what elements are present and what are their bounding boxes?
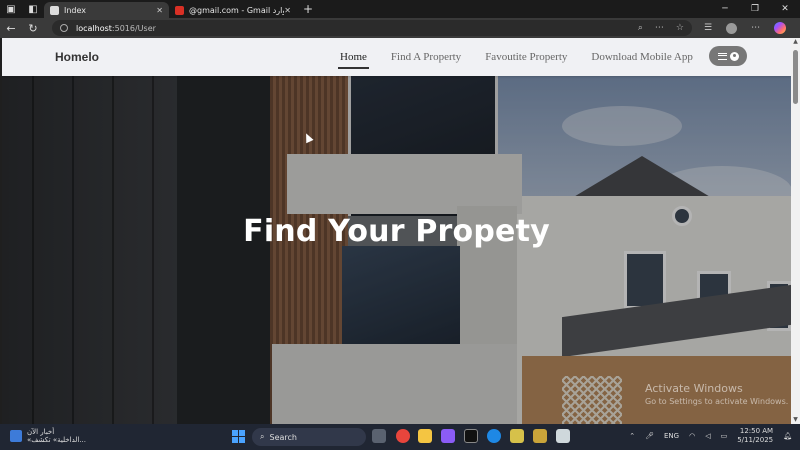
task-view-icon[interactable] <box>372 429 386 443</box>
close-window-button[interactable]: ✕ <box>770 0 800 18</box>
minimize-button[interactable]: ─ <box>710 0 740 18</box>
nav-favourite-property[interactable]: Favoutite Property <box>485 38 567 76</box>
chrome-icon[interactable] <box>396 429 410 443</box>
scroll-up-icon[interactable]: ▲ <box>791 38 800 46</box>
favorites-icon[interactable]: ☰ <box>704 23 712 33</box>
copilot-icon[interactable] <box>774 22 787 34</box>
profile-avatar[interactable] <box>726 22 738 34</box>
zoom-icon[interactable]: ⌕ <box>638 23 643 33</box>
time: 12:50 AM <box>739 427 774 435</box>
address-bar-row: ← ↻ localhost:5016/User ⌕ ⋯ ☆ ☰ ⋯ <box>0 18 800 38</box>
refresh-button[interactable]: ↻ <box>22 18 44 38</box>
user-icon <box>729 51 739 61</box>
chevron-up-icon[interactable]: ⌃ <box>629 432 635 440</box>
back-button[interactable]: ← <box>0 18 22 38</box>
favorite-star-icon[interactable]: ☆ <box>676 23 684 33</box>
scroll-thumb[interactable] <box>793 50 798 104</box>
clock[interactable]: 12:50 AM 5/11/2025 <box>737 427 773 445</box>
app-icon[interactable] <box>533 429 547 443</box>
system-tray: ⌃ 🎤︎ ENG ◠ ◁ ▭ 12:50 AM 5/11/2025 🔔︎ <box>629 427 792 445</box>
watermark-title: Activate Windows <box>645 382 743 395</box>
new-tab-button[interactable]: + <box>303 2 313 16</box>
tab-title: Index <box>64 5 87 15</box>
volume-icon[interactable]: ◁ <box>705 432 710 440</box>
news-icon <box>10 430 22 442</box>
tab-title: @gmail.com - Gmail البريد الوارد <box>189 5 284 15</box>
search-icon: ⌕ <box>260 432 265 441</box>
tab-index[interactable]: Index ✕ <box>44 2 169 18</box>
wifi-icon[interactable]: ◠ <box>689 432 695 440</box>
terminal-icon[interactable] <box>464 429 478 443</box>
visual-studio-icon[interactable] <box>441 429 455 443</box>
tab-actions-icon[interactable]: ◧ <box>22 0 44 18</box>
snipping-tool-icon[interactable] <box>556 429 570 443</box>
hero-overlay <box>2 76 791 424</box>
workspaces-icon[interactable]: ▣ <box>0 0 22 18</box>
nav-download-app[interactable]: Download Mobile App <box>591 38 692 76</box>
page-scrollbar[interactable]: ▲ ▼ <box>791 38 800 424</box>
news-headline: أخبار الآن <box>27 428 55 436</box>
url-host: localhost <box>76 23 112 33</box>
nav-find-property[interactable]: Find A Property <box>391 38 461 76</box>
close-icon[interactable]: ✕ <box>156 6 163 15</box>
hamburger-icon <box>717 52 727 60</box>
reading-icon[interactable]: ⋯ <box>655 23 664 33</box>
site-navbar: Homelo Home Find A Property Favoutite Pr… <box>2 38 791 76</box>
hero-banner: Find Your Propety <box>2 76 791 424</box>
notification-bell-icon[interactable]: 🔔︎ <box>783 432 792 440</box>
microphone-icon[interactable]: 🎤︎ <box>645 432 654 440</box>
news-subline: «الداخلية» تكشف... <box>27 436 87 444</box>
edge-icon[interactable] <box>487 429 501 443</box>
address-input[interactable]: localhost:5016/User ⌕ ⋯ ☆ <box>52 20 692 36</box>
scroll-down-icon[interactable]: ▼ <box>791 416 800 424</box>
window-controls: ─ ❐ ✕ <box>710 0 800 18</box>
file-explorer-icon[interactable] <box>418 429 432 443</box>
url-path: :5016/User <box>111 23 156 33</box>
browser-tab-strip: ▣ ◧ Index ✕ @gmail.com - Gmail البريد ال… <box>0 0 800 18</box>
windows-taskbar: أخبار الآن «الداخلية» تكشف... ⌕ Search ⌃… <box>0 424 800 450</box>
language-indicator[interactable]: ENG <box>664 432 679 440</box>
nav-home[interactable]: Home <box>338 38 369 76</box>
close-icon[interactable]: ✕ <box>284 6 291 15</box>
maximize-button[interactable]: ❐ <box>740 0 770 18</box>
start-button[interactable] <box>232 430 245 443</box>
nav-links: Home Find A Property Favoutite Property … <box>338 38 717 76</box>
user-menu-button[interactable] <box>709 46 747 66</box>
sticky-notes-icon[interactable] <box>510 429 524 443</box>
site-brand[interactable]: Homelo <box>55 50 99 64</box>
page-icon <box>50 5 59 15</box>
page-viewport: Homelo Home Find A Property Favoutite Pr… <box>2 38 791 424</box>
search-label: Search <box>269 432 297 442</box>
hero-title: Find Your Propety <box>243 214 550 249</box>
date: 5/11/2025 <box>737 436 774 444</box>
activate-windows-watermark: Activate Windows Go to Settings to activ… <box>645 382 788 406</box>
more-menu-icon[interactable]: ⋯ <box>751 23 760 33</box>
battery-icon[interactable]: ▭ <box>721 432 728 440</box>
watermark-subtitle: Go to Settings to activate Windows. <box>645 397 789 406</box>
site-info-icon[interactable] <box>60 24 68 32</box>
news-widget[interactable]: أخبار الآن «الداخلية» تكشف... <box>10 428 86 444</box>
tab-gmail[interactable]: @gmail.com - Gmail البريد الوارد ✕ <box>169 2 297 18</box>
gmail-icon <box>175 5 184 15</box>
taskbar-search[interactable]: ⌕ Search <box>252 428 366 446</box>
